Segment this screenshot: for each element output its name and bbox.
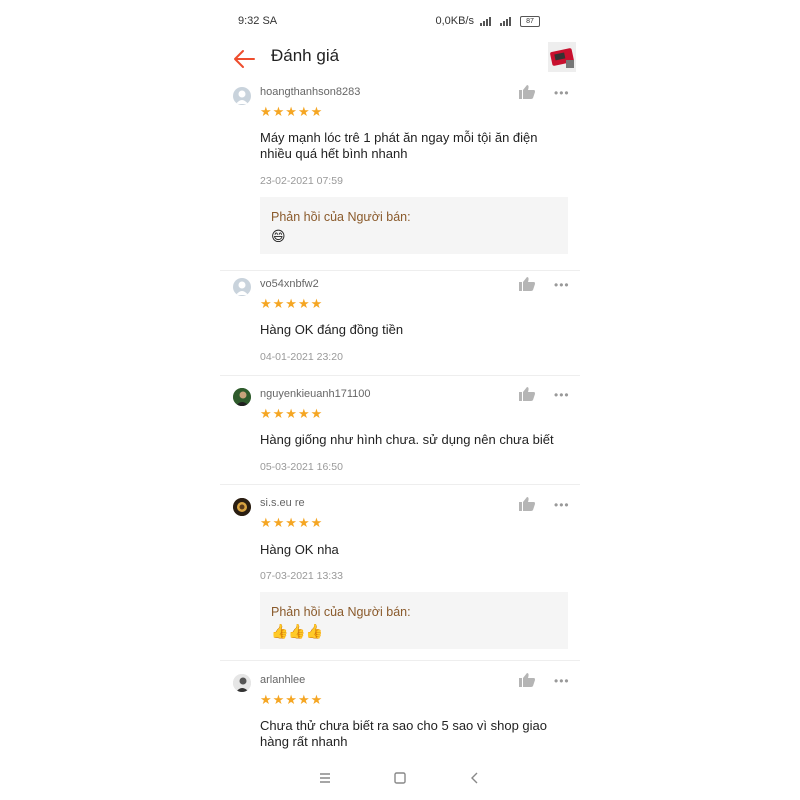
rating-stars: ★★★★★	[260, 515, 324, 530]
review-comment: Hàng OK đáng đồng tiền	[260, 322, 404, 337]
rating-stars: ★★★★★	[260, 104, 324, 119]
seller-reply: Phản hồi của Người bán: 👍👍👍	[260, 592, 568, 649]
more-options-icon[interactable]: •••	[554, 499, 570, 511]
signal-icon	[480, 16, 494, 26]
more-options-icon[interactable]: •••	[554, 389, 570, 401]
review-date: 05-03-2021 16:50	[260, 461, 343, 473]
reviewer-name: arlanhlee	[260, 674, 306, 686]
more-options-icon[interactable]: •••	[554, 675, 570, 687]
more-options-icon[interactable]: •••	[554, 87, 570, 99]
rating-stars: ★★★★★	[260, 406, 324, 421]
avatar	[233, 278, 251, 296]
thumbs-up-icon[interactable]	[519, 85, 535, 99]
divider	[220, 375, 580, 376]
rating-stars: ★★★★★	[260, 692, 324, 707]
review-comment: Hàng giống như hình chưa. sử dụng nên ch…	[260, 432, 554, 447]
seller-reply-text: 😄	[271, 228, 286, 244]
review-comment: Chưa thử chưa biết ra sao cho 5 sao vì s…	[260, 718, 547, 749]
system-nav-bar	[220, 760, 580, 796]
avatar	[233, 674, 251, 692]
divider	[220, 660, 580, 661]
reviewer-name: nguyenkieuanh171100	[260, 388, 371, 400]
reviewer-name: hoangthanhson8283	[260, 86, 361, 98]
review-date: 07-03-2021 13:33	[260, 570, 343, 582]
product-thumbnail[interactable]	[548, 42, 576, 72]
divider	[220, 270, 580, 271]
thumbs-up-icon[interactable]	[519, 673, 535, 687]
review-comment: Máy mạnh lóc trê 1 phát ăn ngay mỗi tội …	[260, 130, 538, 161]
app-header: Đánh giá	[220, 40, 580, 80]
avatar	[233, 498, 251, 516]
seller-reply-label: Phản hồi của Người bán:	[271, 605, 411, 619]
avatar	[233, 87, 251, 105]
review-date: 04-01-2021 23:20	[260, 351, 343, 363]
status-bar: 9:32 SA 0,0KB/s 87	[220, 0, 580, 40]
back-button[interactable]	[232, 48, 256, 70]
menu-icon[interactable]	[315, 768, 335, 788]
review-comment: Hàng OK nha	[260, 542, 339, 557]
battery-icon: 87	[520, 15, 540, 27]
phone-screen: 9:32 SA 0,0KB/s 87 Đánh giá hoangthanhso…	[220, 0, 580, 800]
network-speed: 0,0KB/s	[435, 15, 474, 27]
avatar	[233, 388, 251, 406]
status-time: 9:32 SA	[238, 15, 278, 27]
reviewer-name: vo54xnbfw2	[260, 278, 319, 290]
divider	[220, 484, 580, 485]
status-indicators: 0,0KB/s 87	[435, 15, 540, 27]
thumbs-up-icon[interactable]	[519, 277, 535, 291]
signal-icon-2	[500, 16, 514, 26]
thumbs-up-icon[interactable]	[519, 497, 535, 511]
thumbs-up-icon[interactable]	[519, 387, 535, 401]
back-triangle-icon[interactable]	[465, 768, 485, 788]
reviewer-name: si.s.eu re	[260, 497, 305, 509]
more-options-icon[interactable]: •••	[554, 279, 570, 291]
review-date: 23-02-2021 07:59	[260, 175, 343, 187]
review-list: hoangthanhson8283 ••• ★★★★★ Máy mạnh lóc…	[220, 80, 580, 755]
back-arrow-icon	[234, 50, 255, 68]
home-square-icon[interactable]	[390, 768, 410, 788]
page-title: Đánh giá	[271, 46, 340, 65]
seller-reply: Phản hồi của Người bán: 😄	[260, 197, 568, 254]
rating-stars: ★★★★★	[260, 296, 324, 311]
seller-reply-text: 👍👍👍	[271, 623, 324, 639]
seller-reply-label: Phản hồi của Người bán:	[271, 210, 411, 224]
